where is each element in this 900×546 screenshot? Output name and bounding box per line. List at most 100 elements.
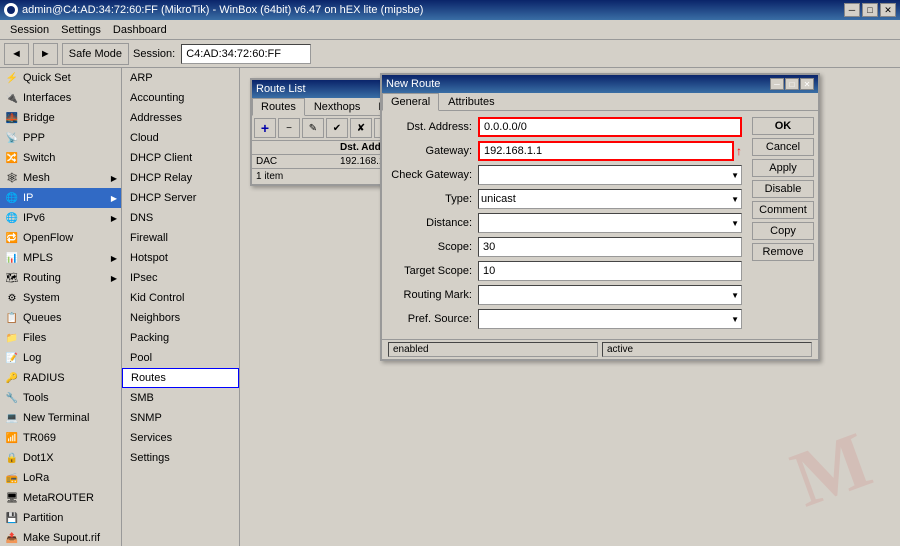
sidebar-item-bridge[interactable]: 🌉 Bridge bbox=[0, 108, 121, 128]
remove-button[interactable]: Remove bbox=[752, 243, 814, 261]
safe-mode-button[interactable]: Safe Mode bbox=[62, 43, 129, 65]
sidebar-item-log[interactable]: 📝 Log bbox=[0, 348, 121, 368]
submenu-settings[interactable]: Settings bbox=[122, 448, 239, 468]
system-icon: ⚙ bbox=[4, 290, 20, 306]
sidebar-item-tr069[interactable]: 📶 TR069 bbox=[0, 428, 121, 448]
sidebar-item-metarouter[interactable]: 🖥 MetaROUTER bbox=[0, 488, 121, 508]
quick-set-icon: ⚡ bbox=[4, 70, 20, 86]
copy-button[interactable]: Copy bbox=[752, 222, 814, 240]
dst-address-input[interactable] bbox=[478, 117, 742, 137]
submenu-addresses[interactable]: Addresses bbox=[122, 108, 239, 128]
new-route-minimize[interactable]: ─ bbox=[770, 78, 784, 90]
submenu-routes[interactable]: Routes bbox=[122, 368, 239, 388]
remove-route-button[interactable]: − bbox=[278, 118, 300, 138]
session-input[interactable] bbox=[181, 44, 311, 64]
sidebar-item-ppp[interactable]: 📡 PPP bbox=[0, 128, 121, 148]
submenu-dhcp-client[interactable]: DHCP Client bbox=[122, 148, 239, 168]
sidebar-item-interfaces[interactable]: 🔌 Interfaces bbox=[0, 88, 121, 108]
back-button[interactable]: ◄ bbox=[4, 43, 29, 65]
scope-input[interactable] bbox=[478, 237, 742, 257]
submenu-cloud[interactable]: Cloud bbox=[122, 128, 239, 148]
sidebar-item-quick-set[interactable]: ⚡ Quick Set bbox=[0, 68, 121, 88]
sidebar-item-radius[interactable]: 🔑 RADIUS bbox=[0, 368, 121, 388]
submenu-dhcp-relay[interactable]: DHCP Relay bbox=[122, 168, 239, 188]
sidebar-item-tools[interactable]: 🔧 Tools bbox=[0, 388, 121, 408]
title-bar-buttons[interactable]: ─ □ ✕ bbox=[844, 3, 896, 17]
close-button[interactable]: ✕ bbox=[880, 3, 896, 17]
sidebar-item-files[interactable]: 📁 Files bbox=[0, 328, 121, 348]
type-value: unicast bbox=[481, 193, 516, 205]
sidebar-item-system[interactable]: ⚙ System bbox=[0, 288, 121, 308]
submenu-packing[interactable]: Packing bbox=[122, 328, 239, 348]
submenu-hotspot[interactable]: Hotspot bbox=[122, 248, 239, 268]
sidebar-item-routing[interactable]: 🗺 Routing ▶ bbox=[0, 268, 121, 288]
sidebar-item-new-terminal[interactable]: 💻 New Terminal bbox=[0, 408, 121, 428]
comment-button[interactable]: Comment bbox=[752, 201, 814, 219]
new-route-close[interactable]: ✕ bbox=[800, 78, 814, 90]
enable-route-button[interactable]: ✔ bbox=[326, 118, 348, 138]
disable-route-button[interactable]: ✘ bbox=[350, 118, 372, 138]
dst-address-label: Dst. Address: bbox=[388, 121, 478, 133]
tab-nexthops[interactable]: Nexthops bbox=[305, 98, 369, 115]
gateway-input[interactable] bbox=[478, 141, 734, 161]
target-scope-input[interactable] bbox=[478, 261, 742, 281]
tab-attributes[interactable]: Attributes bbox=[439, 93, 503, 110]
routing-mark-label: Routing Mark: bbox=[388, 289, 478, 301]
content-area: M Route List ─ □ ✕ Routes Nexthops Rules… bbox=[240, 68, 900, 546]
col-dst-address bbox=[254, 142, 338, 153]
submenu-firewall[interactable]: Firewall bbox=[122, 228, 239, 248]
menu-session[interactable]: Session bbox=[4, 22, 55, 38]
minimize-button[interactable]: ─ bbox=[844, 3, 860, 17]
new-route-window-buttons[interactable]: ─ □ ✕ bbox=[770, 78, 814, 90]
sidebar-label-mpls: MPLS bbox=[23, 252, 53, 264]
bridge-icon: 🌉 bbox=[4, 110, 20, 126]
routing-mark-select[interactable]: ▼ bbox=[478, 285, 742, 305]
ip-submenu: ARP Accounting Addresses Cloud DHCP Clie… bbox=[122, 68, 240, 546]
make-supout-icon: 📤 bbox=[4, 530, 20, 546]
sidebar-item-partition[interactable]: 💾 Partition bbox=[0, 508, 121, 528]
sidebar-item-ipv6[interactable]: 🌐 IPv6 ▶ bbox=[0, 208, 121, 228]
sidebar-label-partition: Partition bbox=[23, 512, 63, 524]
submenu-accounting[interactable]: Accounting bbox=[122, 88, 239, 108]
scope-label: Scope: bbox=[388, 241, 478, 253]
sidebar-item-ip[interactable]: 🌐 IP ▶ bbox=[0, 188, 121, 208]
sidebar-label-system: System bbox=[23, 292, 60, 304]
sidebar-item-switch[interactable]: 🔀 Switch bbox=[0, 148, 121, 168]
tab-routes[interactable]: Routes bbox=[252, 98, 305, 116]
tab-general[interactable]: General bbox=[382, 93, 439, 111]
add-route-button[interactable]: + bbox=[254, 118, 276, 138]
sidebar-item-dot1x[interactable]: 🔒 Dot1X bbox=[0, 448, 121, 468]
sidebar-item-queues[interactable]: 📋 Queues bbox=[0, 308, 121, 328]
submenu-services[interactable]: Services bbox=[122, 428, 239, 448]
maximize-button[interactable]: □ bbox=[862, 3, 878, 17]
submenu-smb[interactable]: SMB bbox=[122, 388, 239, 408]
submenu-dns[interactable]: DNS bbox=[122, 208, 239, 228]
menu-settings[interactable]: Settings bbox=[55, 22, 107, 38]
sidebar-item-lora[interactable]: 📻 LoRa bbox=[0, 468, 121, 488]
new-route-maximize[interactable]: □ bbox=[785, 78, 799, 90]
submenu-neighbors[interactable]: Neighbors bbox=[122, 308, 239, 328]
forward-button[interactable]: ► bbox=[33, 43, 58, 65]
submenu-pool[interactable]: Pool bbox=[122, 348, 239, 368]
check-gateway-select[interactable]: ▼ bbox=[478, 165, 742, 185]
submenu-snmp[interactable]: SNMP bbox=[122, 408, 239, 428]
sidebar-item-make-supout[interactable]: 📤 Make Supout.rif bbox=[0, 528, 121, 546]
apply-button[interactable]: Apply bbox=[752, 159, 814, 177]
submenu-kid-control[interactable]: Kid Control bbox=[122, 288, 239, 308]
menu-dashboard[interactable]: Dashboard bbox=[107, 22, 173, 38]
submenu-arp[interactable]: ARP bbox=[122, 68, 239, 88]
edit-route-button[interactable]: ✎ bbox=[302, 118, 324, 138]
disable-button[interactable]: Disable bbox=[752, 180, 814, 198]
sidebar-item-mpls[interactable]: 📊 MPLS ▶ bbox=[0, 248, 121, 268]
sidebar-item-mesh[interactable]: 🕸 Mesh ▶ bbox=[0, 168, 121, 188]
submenu-ipsec[interactable]: IPsec bbox=[122, 268, 239, 288]
ok-button[interactable]: OK bbox=[752, 117, 814, 135]
dialog-buttons: OK Cancel Apply Disable Comment Copy Rem… bbox=[748, 111, 818, 339]
distance-select[interactable]: ▼ bbox=[478, 213, 742, 233]
type-select[interactable]: unicast ▼ bbox=[478, 189, 742, 209]
cancel-button[interactable]: Cancel bbox=[752, 138, 814, 156]
pref-source-select[interactable]: ▼ bbox=[478, 309, 742, 329]
submenu-dhcp-server[interactable]: DHCP Server bbox=[122, 188, 239, 208]
sidebar-item-openflow[interactable]: 🔁 OpenFlow bbox=[0, 228, 121, 248]
gateway-label: Gateway: bbox=[388, 145, 478, 157]
